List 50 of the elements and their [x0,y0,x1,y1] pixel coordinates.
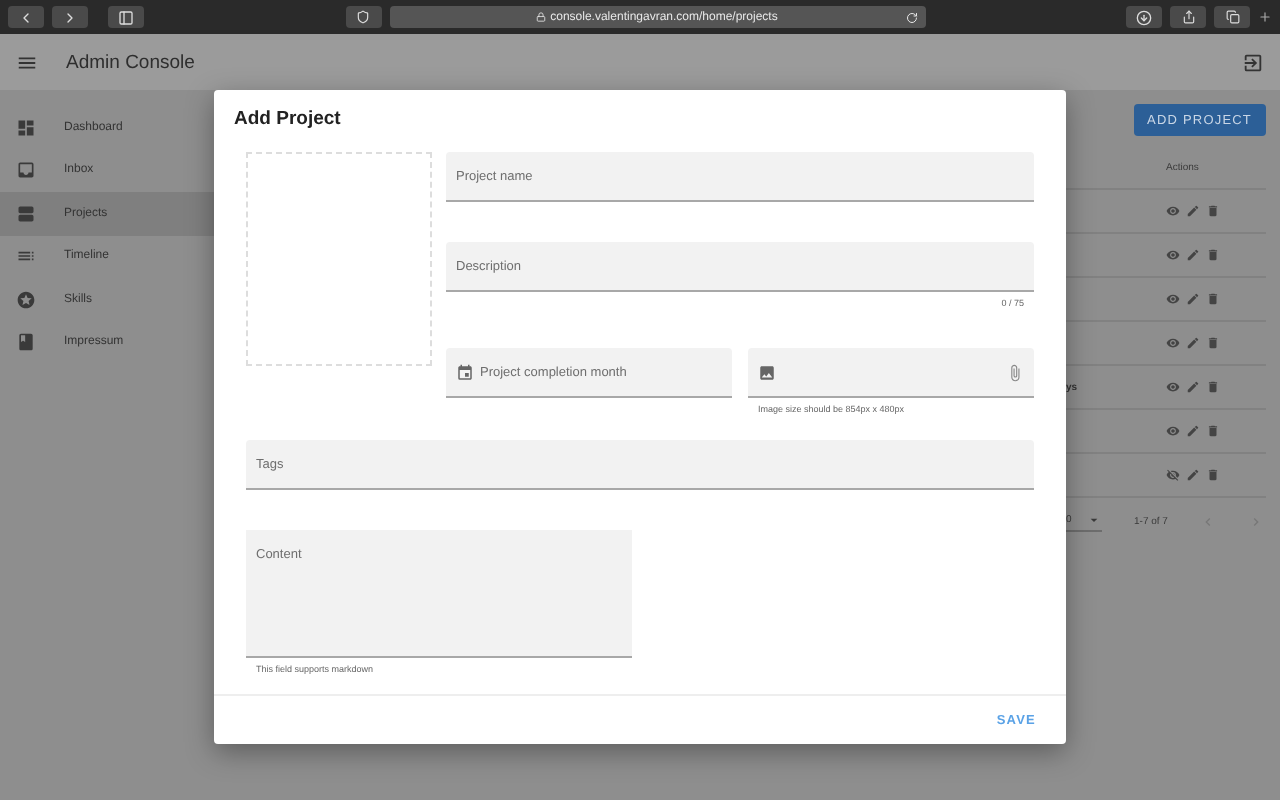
lock-icon [536,12,547,22]
shield-icon [356,10,370,24]
paperclip-icon[interactable] [1006,363,1024,381]
delete-icon[interactable] [1206,424,1220,438]
delete-icon[interactable] [1206,292,1220,306]
edit-icon[interactable] [1186,204,1200,218]
share-button[interactable] [1170,6,1206,28]
delete-icon[interactable] [1206,336,1220,350]
image-upload-field[interactable] [748,348,1034,398]
edit-icon[interactable] [1186,424,1200,438]
delete-icon[interactable] [1206,380,1220,394]
eye-icon[interactable] [1166,336,1180,350]
eye-icon[interactable] [1166,248,1180,262]
delete-icon[interactable] [1206,204,1220,218]
edit-icon[interactable] [1186,248,1200,262]
back-button[interactable] [8,6,44,28]
dashboard-icon [16,117,36,138]
shield-button[interactable] [345,6,381,28]
share-icon [1181,10,1195,24]
sidebar-button[interactable] [108,6,144,28]
tabs-icon [1225,10,1239,24]
book-icon [16,332,36,353]
edit-icon[interactable] [1186,336,1200,350]
list-icon [16,203,36,224]
eye-icon[interactable] [1166,292,1180,306]
eye-icon[interactable] [1166,204,1180,218]
calendar-icon [456,364,474,382]
inbox-icon [16,160,36,181]
forward-icon [62,9,78,25]
download-button[interactable] [1126,6,1162,28]
download-icon [1136,9,1152,25]
star-icon [16,289,36,310]
eye-icon[interactable] [1166,380,1180,394]
forward-button[interactable] [52,6,88,28]
edit-icon[interactable] [1186,468,1200,482]
reload-icon[interactable] [905,11,917,23]
edit-icon[interactable] [1186,380,1200,394]
eye-icon[interactable] [1166,424,1180,438]
edit-icon[interactable] [1186,292,1200,306]
eye-off-icon[interactable] [1166,468,1180,482]
sidebar-icon [118,9,134,25]
delete-icon[interactable] [1206,468,1220,482]
tabs-button[interactable] [1214,6,1250,28]
image-icon [758,363,776,381]
back-icon [18,9,34,25]
dialog-title: Add Project [232,106,343,134]
new-tab-icon[interactable] [1258,10,1272,24]
delete-icon[interactable] [1206,248,1220,262]
logout-icon[interactable] [1242,51,1264,73]
app-title: Admin Console [66,51,195,73]
